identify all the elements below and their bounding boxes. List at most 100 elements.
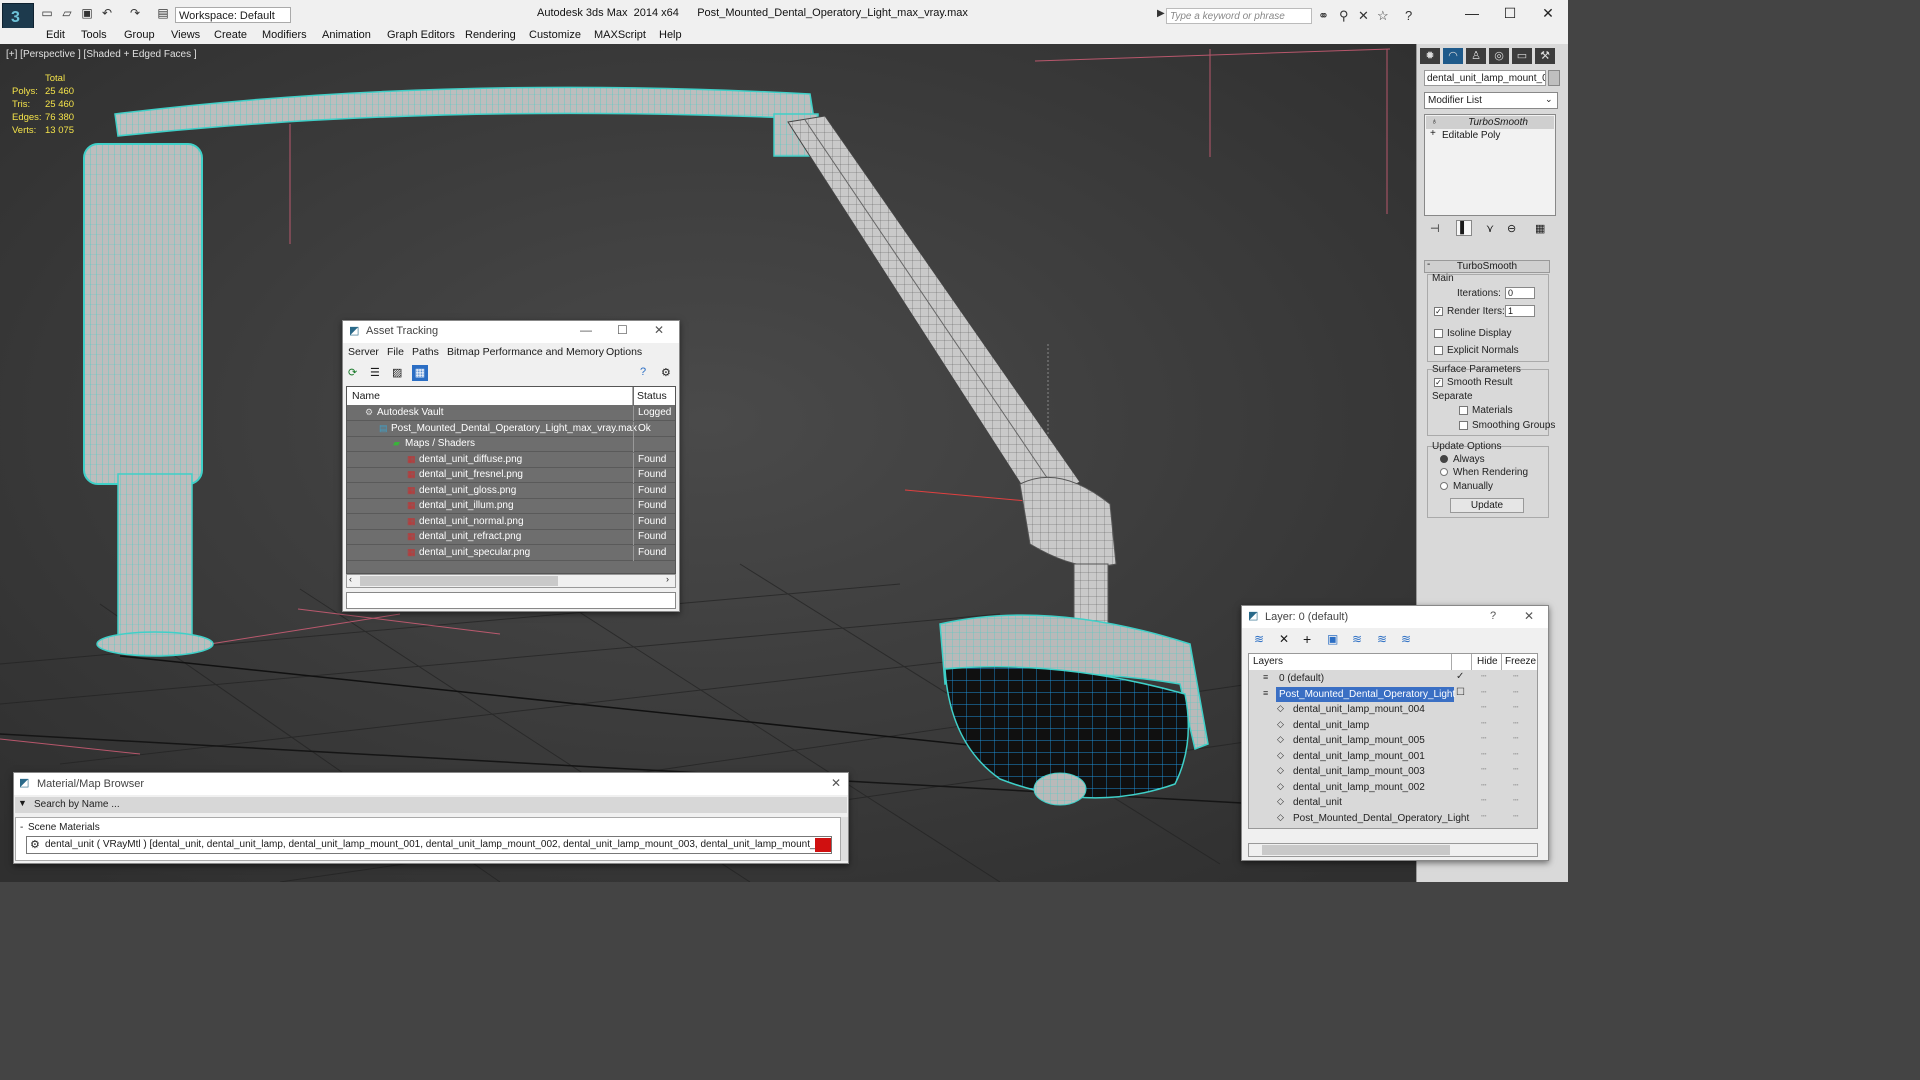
redo-icon[interactable]: ↷ bbox=[128, 7, 142, 20]
asset-row[interactable]: ▦ dental_unit_refract.png Found bbox=[347, 530, 675, 545]
add-selection-icon[interactable]: ▣ bbox=[1327, 632, 1338, 646]
layer-row[interactable]: ◇ dental_unit_lamp_mount_005 ┄ ┄ bbox=[1249, 733, 1537, 748]
asset-col-name[interactable]: Name bbox=[347, 387, 633, 405]
smoothing-groups-checkbox[interactable] bbox=[1459, 421, 1468, 430]
utilities-tab-icon[interactable]: ⚒ bbox=[1535, 48, 1555, 64]
explicit-normals-checkbox[interactable] bbox=[1434, 346, 1443, 355]
asset-path-field[interactable] bbox=[346, 592, 676, 609]
iterations-spinner[interactable]: 0 bbox=[1505, 287, 1535, 299]
maximize-button[interactable]: ☐ bbox=[1494, 4, 1526, 22]
collapse-minus-icon[interactable]: - bbox=[1427, 259, 1430, 270]
undo-icon[interactable]: ↶ bbox=[100, 7, 114, 20]
freeze-toggle[interactable]: ┄ bbox=[1513, 764, 1518, 775]
thumbnail-view-icon[interactable]: ▨ bbox=[392, 366, 402, 379]
layer-row[interactable]: ≡ Post_Mounted_Dental_Operatory_Light ☐ ┄ ┄ bbox=[1249, 686, 1537, 702]
menu-tools[interactable]: Tools bbox=[81, 28, 107, 44]
layer-row[interactable]: ≡ 0 (default) ✓ ┄ ┄ bbox=[1249, 671, 1537, 686]
layer-row[interactable]: ◇ dental_unit_lamp_mount_001 ┄ ┄ bbox=[1249, 749, 1537, 764]
material-vertical-scrollbar[interactable] bbox=[841, 817, 848, 861]
section-collapse-icon[interactable]: - bbox=[20, 822, 23, 833]
hide-toggle[interactable]: ┄ bbox=[1481, 687, 1486, 698]
freeze-toggle[interactable]: ┄ bbox=[1513, 795, 1518, 806]
project-folder-icon[interactable]: ▤ bbox=[156, 7, 170, 20]
menu-animation[interactable]: Animation bbox=[322, 28, 371, 44]
asset-menu-server[interactable]: Server bbox=[348, 346, 379, 358]
asset-menu-options[interactable]: Options bbox=[606, 346, 642, 358]
set-current-box[interactable]: ☐ bbox=[1456, 687, 1465, 698]
layer-row[interactable]: ◇ dental_unit_lamp_mount_004 ┄ ┄ bbox=[1249, 702, 1537, 717]
layer-scrollbar-thumb[interactable] bbox=[1262, 845, 1450, 855]
when-rendering-radio[interactable] bbox=[1440, 468, 1448, 476]
menu-views[interactable]: Views bbox=[171, 28, 200, 44]
show-end-result-icon[interactable]: ▌ bbox=[1456, 220, 1472, 236]
modify-tab-icon[interactable]: ◠ bbox=[1443, 48, 1463, 64]
open-file-icon[interactable]: ▱ bbox=[60, 7, 74, 20]
scroll-right-icon[interactable]: › bbox=[666, 574, 669, 584]
asset-row[interactable]: ▦ dental_unit_illum.png Found bbox=[347, 499, 675, 514]
create-tab-icon[interactable]: ✹ bbox=[1420, 48, 1440, 64]
asset-row[interactable]: ▤ Post_Mounted_Dental_Operatory_Light_max… bbox=[347, 421, 675, 437]
asset-menu-bitmap[interactable]: Bitmap Performance and Memory bbox=[447, 346, 604, 358]
scroll-left-icon[interactable]: ‹ bbox=[349, 574, 352, 584]
favorites-star-icon[interactable]: ☆ bbox=[1377, 8, 1389, 24]
asset-tracking-close-button[interactable]: ✕ bbox=[654, 323, 664, 337]
save-file-icon[interactable]: ▣ bbox=[80, 7, 94, 20]
object-color-swatch[interactable] bbox=[1548, 70, 1560, 86]
layers-toggle-icon[interactable]: ≋ bbox=[1254, 632, 1264, 646]
layer-row[interactable]: ◇ dental_unit_lamp_mount_003 ┄ ┄ bbox=[1249, 764, 1537, 779]
make-unique-icon[interactable]: ⋎ bbox=[1486, 222, 1494, 235]
always-radio[interactable] bbox=[1440, 455, 1448, 463]
asset-row[interactable]: ⚙Autodesk Vault Logged O bbox=[347, 406, 675, 421]
configure-sets-icon[interactable]: ▦ bbox=[1535, 222, 1545, 235]
materials-checkbox[interactable] bbox=[1459, 406, 1468, 415]
lightbulb-icon[interactable]: ♁ bbox=[1431, 116, 1438, 126]
freeze-toggle[interactable]: ┄ bbox=[1513, 780, 1518, 791]
hierarchy-tab-icon[interactable]: ♙ bbox=[1466, 48, 1486, 64]
create-layer-icon[interactable]: + bbox=[1303, 631, 1311, 647]
select-objects-icon[interactable]: ≋ bbox=[1352, 632, 1362, 646]
workspace-dropdown[interactable]: Workspace: Default bbox=[175, 7, 291, 23]
modifier-list-dropdown[interactable]: Modifier List bbox=[1424, 92, 1558, 109]
hide-toggle[interactable]: ┄ bbox=[1481, 764, 1486, 775]
scene-materials-header[interactable]: Scene Materials bbox=[28, 822, 100, 833]
settings-icon[interactable]: ⚙ bbox=[661, 366, 671, 379]
highlight-layer-icon[interactable]: ≋ bbox=[1377, 632, 1387, 646]
menu-modifiers[interactable]: Modifiers bbox=[262, 28, 307, 44]
menu-graph-editors[interactable]: Graph Editors bbox=[387, 28, 455, 44]
render-iters-checkbox[interactable]: ✓ bbox=[1434, 307, 1443, 316]
menu-maxscript[interactable]: MAXScript bbox=[594, 28, 646, 44]
help-icon[interactable]: ? bbox=[1405, 8, 1412, 23]
help-question-icon[interactable]: ? bbox=[640, 366, 646, 378]
asset-row[interactable]: ▦ dental_unit_fresnel.png Found bbox=[347, 468, 675, 483]
menu-edit[interactable]: Edit bbox=[46, 28, 65, 44]
isoline-checkbox[interactable] bbox=[1434, 329, 1443, 338]
hide-toggle[interactable]: ┄ bbox=[1481, 811, 1486, 822]
smooth-result-checkbox[interactable]: ✓ bbox=[1434, 378, 1443, 387]
freeze-toggle[interactable]: ┄ bbox=[1513, 702, 1518, 713]
binoculars-icon[interactable]: ⚭ bbox=[1318, 8, 1329, 24]
minimize-button[interactable]: — bbox=[1456, 4, 1488, 22]
asset-row[interactable]: ▦ dental_unit_specular.png Found bbox=[347, 545, 675, 561]
asset-tracking-maximize-button[interactable]: ☐ bbox=[617, 323, 628, 337]
expand-plus-icon[interactable]: + bbox=[1430, 128, 1436, 139]
delete-layer-icon[interactable]: ✕ bbox=[1279, 632, 1289, 646]
new-file-icon[interactable]: ▭ bbox=[40, 7, 54, 20]
manually-radio[interactable] bbox=[1440, 482, 1448, 490]
search-input[interactable]: Type a keyword or phrase bbox=[1166, 8, 1312, 24]
update-button[interactable]: Update bbox=[1450, 498, 1524, 513]
hide-toggle[interactable]: ┄ bbox=[1481, 780, 1486, 791]
stack-item-editable-poly[interactable]: Editable Poly bbox=[1426, 129, 1554, 142]
material-browser-close-button[interactable]: ✕ bbox=[831, 776, 841, 790]
asset-col-status[interactable]: Status bbox=[634, 387, 675, 405]
chevron-down-icon[interactable]: ⌄ bbox=[1545, 94, 1553, 105]
refresh-icon[interactable]: ⟳ bbox=[348, 366, 357, 379]
menu-help[interactable]: Help bbox=[659, 28, 682, 44]
asset-row[interactable]: ▦ dental_unit_diffuse.png Found bbox=[347, 452, 675, 468]
layer-close-button[interactable]: ✕ bbox=[1524, 609, 1534, 623]
object-name-field[interactable]: dental_unit_lamp_mount_004 bbox=[1424, 70, 1546, 86]
render-iters-spinner[interactable]: 1 bbox=[1505, 305, 1535, 317]
perspective-viewport[interactable] bbox=[0, 44, 1416, 882]
asset-scrollbar-thumb[interactable] bbox=[360, 576, 558, 586]
menu-group[interactable]: Group bbox=[124, 28, 155, 44]
layer-row[interactable]: ◇ dental_unit_lamp_mount_002 ┄ ┄ bbox=[1249, 780, 1537, 795]
